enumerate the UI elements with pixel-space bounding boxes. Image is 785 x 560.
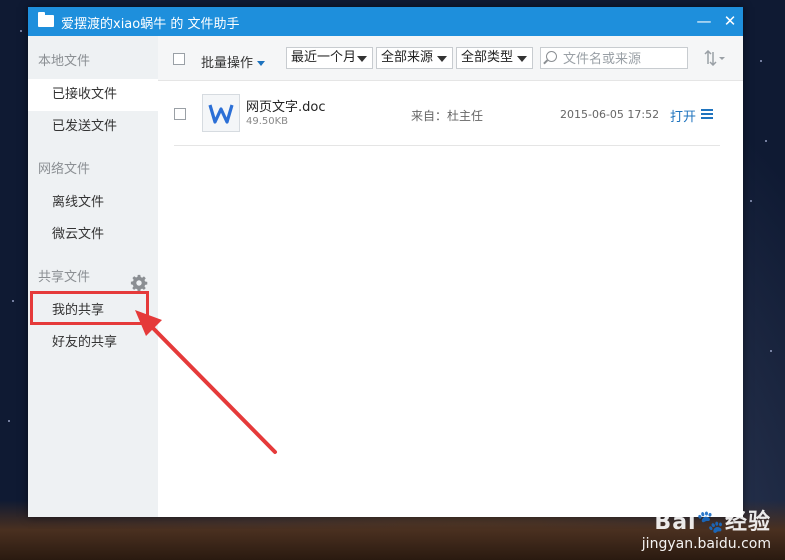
dropdown-arrow-icon — [517, 56, 527, 62]
toolbar: 批量操作 最近一个月 全部来源 全部类型 — [158, 36, 743, 81]
sidebar-item-offline[interactable]: 离线文件 — [28, 187, 158, 219]
file-row[interactable]: 网页文字.doc 49.50KB 来自：杜主任 2015-06-05 17:52… — [174, 87, 720, 146]
sidebar-item-weiyun[interactable]: 微云文件 — [28, 219, 158, 251]
file-name[interactable]: 网页文字.doc — [246, 96, 326, 115]
batch-operation-button[interactable]: 批量操作 — [201, 52, 266, 71]
select-all-checkbox[interactable] — [173, 53, 185, 65]
source-filter-value: 全部来源 — [381, 50, 434, 65]
file-source: 来自：杜主任 — [411, 109, 484, 123]
gear-icon[interactable] — [130, 274, 148, 292]
search-box[interactable] — [540, 47, 688, 69]
search-input[interactable] — [561, 50, 685, 68]
type-filter-value: 全部类型 — [461, 50, 514, 65]
dropdown-arrow-icon — [437, 56, 447, 62]
annotation-highlight-box — [30, 291, 149, 325]
folder-icon — [38, 12, 54, 27]
minimize-button[interactable]: — — [694, 11, 714, 31]
sidebar: 本地文件 已接收文件 已发送文件 网络文件 离线文件 微云文件 共享文件 我的共… — [28, 36, 158, 517]
section-network-files: 网络文件 — [38, 162, 91, 177]
caret-down-icon — [257, 61, 266, 66]
file-checkbox[interactable] — [174, 108, 186, 120]
type-filter-select[interactable]: 全部类型 — [456, 47, 533, 69]
source-filter-select[interactable]: 全部来源 — [376, 47, 453, 69]
time-filter-select[interactable]: 最近一个月 — [286, 47, 373, 69]
watermark-url: jingyan.baidu.com — [641, 536, 771, 552]
sidebar-item-friend-share[interactable]: 好友的共享 — [28, 327, 158, 359]
window-title: 爱摆渡的xiao蜗牛 的 文件助手 — [61, 17, 240, 32]
file-assistant-window: 爱摆渡的xiao蜗牛 的 文件助手 — ✕ 本地文件 已接收文件 已发送文件 网… — [28, 7, 743, 517]
baidu-watermark: Bai🐾经验 jingyan.baidu.com — [642, 504, 771, 552]
batch-operation-label: 批量操作 — [201, 56, 254, 71]
sidebar-item-sent[interactable]: 已发送文件 — [28, 111, 158, 143]
time-filter-value: 最近一个月 — [291, 50, 357, 65]
sort-icon[interactable] — [703, 50, 727, 66]
sidebar-item-received[interactable]: 已接收文件 — [28, 79, 158, 111]
more-menu-icon[interactable] — [701, 109, 713, 119]
word-doc-icon — [202, 94, 240, 132]
dropdown-arrow-icon — [357, 56, 367, 62]
open-file-button[interactable]: 打开 — [670, 106, 696, 125]
file-date: 2015-06-05 17:52 — [560, 108, 660, 121]
title-bar: 爱摆渡的xiao蜗牛 的 文件助手 — ✕ — [28, 7, 743, 36]
paw-icon: 🐾 — [696, 510, 725, 535]
close-button[interactable]: ✕ — [720, 11, 740, 31]
search-icon — [546, 51, 557, 62]
file-size: 49.50KB — [246, 116, 289, 127]
section-shared-files: 共享文件 — [38, 270, 91, 285]
watermark-brand-cn: 经验 — [724, 510, 771, 535]
section-local-files: 本地文件 — [38, 54, 91, 69]
watermark-brand: Bai — [654, 510, 697, 535]
